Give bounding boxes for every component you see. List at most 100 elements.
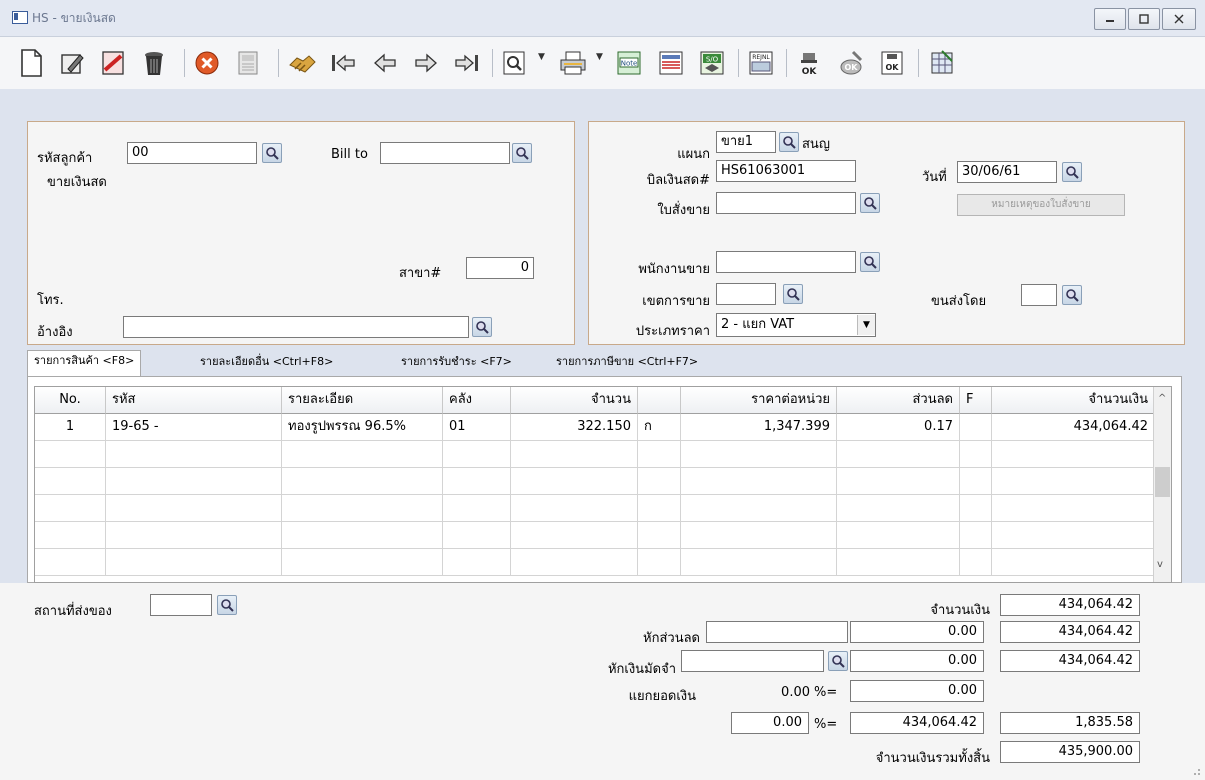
col-header-description[interactable]: รายละเอียด	[282, 387, 443, 414]
table-cell-empty[interactable]	[282, 549, 443, 576]
table-cell-empty[interactable]	[837, 468, 960, 495]
table-cell-empty[interactable]	[992, 522, 1155, 549]
salesman-lookup-button[interactable]	[860, 252, 880, 272]
table-cell-empty[interactable]	[960, 441, 992, 468]
table-cell-empty[interactable]	[106, 468, 282, 495]
department-lookup-button[interactable]	[779, 132, 799, 152]
branch-input[interactable]: 0	[466, 257, 534, 279]
table-cell-empty[interactable]	[960, 468, 992, 495]
table-cell-empty[interactable]	[511, 549, 638, 576]
col-header-unit-price[interactable]: ราคาต่อหน่วย	[681, 387, 837, 414]
customer-lookup-button[interactable]	[262, 143, 282, 163]
table-cell-description[interactable]: ทองรูปพรรณ 96.5%	[282, 414, 443, 441]
table-cell-empty[interactable]	[282, 522, 443, 549]
table-cell-no[interactable]: 1	[35, 414, 106, 441]
table-cell-unit-price[interactable]: 1,347.399	[681, 414, 837, 441]
new-button[interactable]	[14, 47, 48, 79]
col-header-quantity[interactable]: จำนวน	[511, 387, 638, 414]
tab-other-details[interactable]: รายละเอียดอื่น <Ctrl+F8>	[194, 352, 339, 374]
table-cell-empty[interactable]	[992, 441, 1155, 468]
table-cell-empty[interactable]	[638, 495, 681, 522]
department-input[interactable]: ขาย1	[716, 131, 776, 153]
save-button[interactable]	[231, 47, 265, 79]
table-cell-empty[interactable]	[443, 495, 511, 522]
col-header-f[interactable]: F	[960, 387, 992, 414]
split-amount-value[interactable]: 0.00	[850, 680, 984, 702]
table-cell-empty[interactable]	[35, 468, 106, 495]
date-input[interactable]: 30/06/61	[957, 161, 1057, 183]
table-cell-empty[interactable]	[960, 495, 992, 522]
discount-input[interactable]	[706, 621, 848, 643]
sales-order-lookup-button[interactable]	[860, 193, 880, 213]
table-cell-warehouse[interactable]: 01	[443, 414, 511, 441]
discount-amount[interactable]: 0.00	[850, 621, 984, 643]
table-cell-empty[interactable]	[511, 441, 638, 468]
chevron-down-icon[interactable]: ▼	[857, 315, 875, 335]
customer-code-input[interactable]: 00	[127, 142, 257, 164]
grid-scrollbar[interactable]: ^ v	[1153, 387, 1171, 582]
table-cell-empty[interactable]	[992, 549, 1155, 576]
split-percent[interactable]: 0.00	[750, 685, 810, 700]
previous-record-button[interactable]	[368, 47, 402, 79]
table-cell-empty[interactable]	[960, 522, 992, 549]
table-cell-empty[interactable]	[511, 522, 638, 549]
order-note-button[interactable]: หมายเหตุของใบสั่งขาย	[957, 194, 1125, 216]
table-cell-code[interactable]: 19-65 -	[106, 414, 282, 441]
void-button[interactable]	[96, 47, 130, 79]
chevron-down-icon[interactable]: v	[1157, 559, 1163, 570]
table-cell-empty[interactable]	[992, 468, 1155, 495]
salesman-input[interactable]	[716, 251, 856, 273]
approve-button[interactable]: OK	[792, 47, 826, 79]
table-cell-empty[interactable]	[681, 495, 837, 522]
col-header-unit[interactable]	[638, 387, 681, 414]
table-cell-empty[interactable]	[681, 522, 837, 549]
scrollbar-thumb[interactable]	[1155, 467, 1170, 497]
first-record-button[interactable]	[326, 47, 360, 79]
table-cell-empty[interactable]	[837, 522, 960, 549]
table-cell-empty[interactable]	[282, 468, 443, 495]
table-cell-unit[interactable]: ก	[638, 414, 681, 441]
tab-sales-tax[interactable]: รายการภาษีขาย <Ctrl+F7>	[550, 352, 704, 374]
table-cell-empty[interactable]	[960, 549, 992, 576]
sales-zone-input[interactable]	[716, 283, 776, 305]
table-cell-empty[interactable]	[35, 441, 106, 468]
print-button[interactable]	[556, 47, 590, 79]
table-cell-f[interactable]	[960, 414, 992, 441]
table-cell-empty[interactable]	[106, 441, 282, 468]
search-dropdown-icon[interactable]: ▼	[538, 52, 545, 62]
col-header-amount[interactable]: จำนวนเงิน	[992, 387, 1155, 414]
cancel-button[interactable]	[190, 47, 224, 79]
search-button[interactable]	[498, 47, 532, 79]
handshake-button[interactable]	[285, 47, 319, 79]
table-cell-quantity[interactable]: 322.150	[511, 414, 638, 441]
table-cell-amount[interactable]: 434,064.42	[992, 414, 1155, 441]
confirm-button[interactable]: OK	[875, 47, 909, 79]
deposit-amount[interactable]: 0.00	[850, 650, 984, 672]
table-cell-empty[interactable]	[638, 468, 681, 495]
table-cell-empty[interactable]	[35, 495, 106, 522]
deposit-input[interactable]	[681, 650, 824, 672]
table-cell-empty[interactable]	[443, 549, 511, 576]
table-cell-discount[interactable]: 0.17	[837, 414, 960, 441]
col-header-no[interactable]: No.	[35, 387, 106, 414]
table-cell-empty[interactable]	[837, 441, 960, 468]
sales-order-button[interactable]: S/O	[695, 47, 729, 79]
last-record-button[interactable]	[450, 47, 484, 79]
table-cell-empty[interactable]	[511, 468, 638, 495]
table-cell-empty[interactable]	[443, 441, 511, 468]
sales-zone-lookup-button[interactable]	[783, 284, 803, 304]
calculate-button[interactable]	[925, 47, 959, 79]
table-cell-empty[interactable]	[681, 468, 837, 495]
print-dropdown-icon[interactable]: ▼	[596, 52, 603, 62]
billto-input[interactable]	[380, 142, 510, 164]
shipping-lookup-button[interactable]	[1062, 285, 1082, 305]
journal-button[interactable]: REJNL	[744, 47, 778, 79]
report-button[interactable]	[654, 47, 688, 79]
table-cell-empty[interactable]	[106, 495, 282, 522]
tab-items[interactable]: รายการสินค้า <F8>	[27, 350, 142, 376]
note-button[interactable]: Note	[612, 47, 646, 79]
table-cell-empty[interactable]	[106, 522, 282, 549]
col-header-warehouse[interactable]: คลัง	[443, 387, 511, 414]
reference-input[interactable]	[123, 316, 469, 338]
table-cell-empty[interactable]	[282, 441, 443, 468]
